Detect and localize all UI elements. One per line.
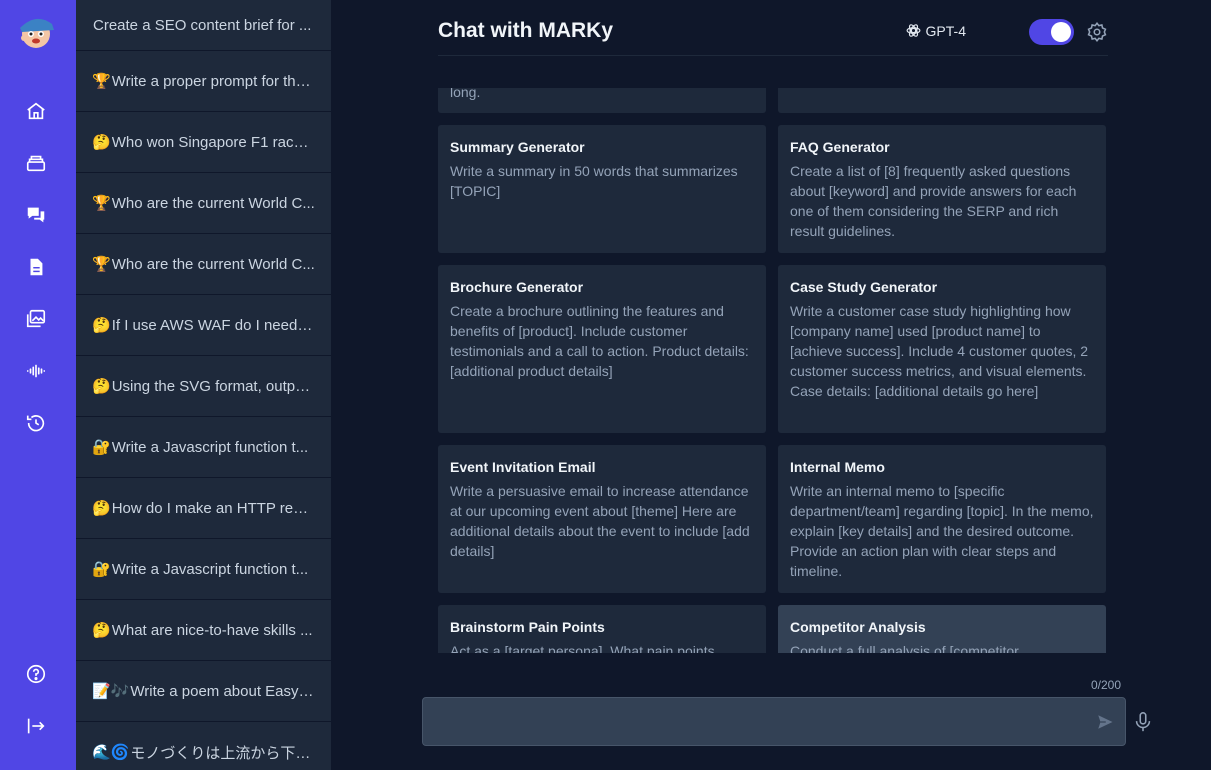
history-item-label: If I use AWS WAF do I need s... (111, 316, 315, 334)
history-emoji: 🤔 (92, 622, 111, 639)
prompt-card-internal-memo[interactable]: Internal Memo Write an internal memo to … (778, 445, 1106, 593)
history-item[interactable]: Create a SEO content brief for ... (76, 0, 331, 51)
prompt-card-brainstorm[interactable]: Brainstorm Pain Points Act as a [target … (438, 605, 766, 653)
message-input[interactable] (422, 697, 1126, 746)
prompt-card-faq[interactable]: FAQ Generator Create a list of [8] frequ… (778, 125, 1106, 253)
microphone-icon[interactable] (1132, 710, 1154, 734)
history-item-label: Create a SEO content brief for ... (93, 16, 312, 34)
left-rail (0, 0, 76, 770)
prompt-card-title: Summary Generator (450, 139, 585, 155)
images-icon[interactable] (24, 307, 48, 331)
history-item[interactable]: 🤔 What are nice-to-have skills ... (76, 600, 331, 661)
prompt-card-desc: Create a list of [8] frequently asked qu… (790, 163, 1077, 239)
prompt-card-desc: long. (450, 88, 481, 100)
prompt-card-title: Case Study Generator (790, 279, 938, 295)
help-icon[interactable] (24, 662, 48, 686)
chat-icon[interactable] (24, 203, 48, 227)
history-item-label: Using the SVG format, outpu... (111, 377, 315, 395)
history-item-label: Write a Javascript function t... (111, 560, 309, 578)
model-label: GPT-4 (925, 22, 966, 39)
prompt-card-title: Event Invitation Email (450, 459, 596, 475)
prompt-card-competitor[interactable]: Competitor Analysis Conduct a full analy… (778, 605, 1106, 653)
history-item-label: What are nice-to-have skills ... (111, 621, 313, 639)
history-item[interactable]: 🤔 Who won Singapore F1 race ... (76, 112, 331, 173)
history-item[interactable]: 🌊🌀 モノづくりは上流から下流... (76, 722, 331, 770)
history-emoji: 🏆 (92, 195, 111, 212)
audio-wave-icon[interactable] (24, 359, 48, 383)
chat-header: Chat with MARKy GPT-4 (438, 0, 1108, 56)
toggle-knob (1051, 22, 1071, 42)
history-emoji: 🤔 (92, 378, 111, 395)
history-emoji: 📝🎶 (92, 683, 130, 700)
prompt-card-desc: Conduct a full analysis of [competitor (790, 643, 1019, 653)
history-item-label: How do I make an HTTP requ... (111, 499, 315, 517)
history-item[interactable]: 🏆 Write a proper prompt for the... (76, 51, 331, 112)
history-item-label: Who are the current World C... (111, 194, 315, 212)
prompt-template-grid: long. Summary Generator Write a summary … (438, 88, 1108, 653)
prompt-card-desc: Create a brochure outlining the features… (450, 303, 749, 379)
prompt-card-desc: Write a persuasive email to increase att… (450, 483, 750, 559)
logout-icon[interactable] (24, 714, 48, 738)
history-item-label: Write a Javascript function t... (111, 438, 309, 456)
history-item[interactable]: 📝🎶 Write a poem about Easy-... (76, 661, 331, 722)
prompt-card-title: Competitor Analysis (790, 619, 926, 635)
history-emoji: 🤔 (92, 317, 111, 334)
character-counter: 0/200 (1091, 678, 1122, 692)
home-icon[interactable] (24, 99, 48, 123)
prompt-card-brochure[interactable]: Brochure Generator Create a brochure out… (438, 265, 766, 433)
prompt-card[interactable] (778, 88, 1106, 113)
prompt-card-desc: Write a summary in 50 words that summari… (450, 163, 738, 199)
history-emoji: 🌊🌀 (92, 744, 130, 761)
history-icon[interactable] (24, 411, 48, 435)
prompt-card-title: Brainstorm Pain Points (450, 619, 605, 635)
gear-icon[interactable] (1086, 21, 1108, 43)
marky-logo[interactable] (14, 10, 58, 54)
page-title: Chat with MARKy (438, 19, 613, 42)
history-emoji: 🤔 (92, 134, 111, 151)
history-item-label: モノづくりは上流から下流... (130, 744, 315, 762)
send-icon[interactable] (1096, 713, 1114, 731)
history-item[interactable]: 🤔 Using the SVG format, outpu... (76, 356, 331, 417)
prompt-card-case-study[interactable]: Case Study Generator Write a customer ca… (778, 265, 1106, 433)
history-item-label: Who won Singapore F1 race ... (111, 133, 315, 151)
document-icon[interactable] (24, 255, 48, 279)
prompt-card-title: Brochure Generator (450, 279, 584, 295)
history-item[interactable]: 🏆 Who are the current World C... (76, 173, 331, 234)
history-item[interactable]: 🤔 How do I make an HTTP requ... (76, 478, 331, 539)
prompt-card-desc: Act as a [target persona]. What pain poi… (450, 643, 715, 653)
model-indicator: GPT-4 (905, 22, 966, 39)
history-item[interactable]: 🔐 Write a Javascript function t... (76, 539, 331, 600)
history-item-label: Write a poem about Easy-... (130, 682, 315, 700)
history-emoji: 🔐 (92, 561, 111, 578)
history-item-label: Write a proper prompt for the... (111, 72, 315, 90)
prompt-card-summary[interactable]: Summary Generator Write a summary in 50 … (438, 125, 766, 253)
prompt-card-desc: Write a customer case study highlighting… (790, 303, 1089, 399)
openai-icon (906, 24, 920, 37)
prompt-card-event-invitation[interactable]: Event Invitation Email Write a persuasiv… (438, 445, 766, 593)
chat-history-list: Create a SEO content brief for ... 🏆 Writ… (76, 0, 332, 770)
history-emoji: 🏆 (92, 73, 111, 90)
prompt-card-title: FAQ Generator (790, 139, 890, 155)
history-item[interactable]: 🔐 Write a Javascript function t... (76, 417, 331, 478)
main-panel: Chat with MARKy GPT-4 long. Summary Gene… (332, 0, 1211, 770)
history-item[interactable]: 🤔 If I use AWS WAF do I need s... (76, 295, 331, 356)
history-item-label: Who are the current World C... (111, 255, 315, 273)
model-toggle[interactable] (1029, 19, 1074, 45)
history-emoji: 🤔 (92, 500, 111, 517)
prompt-card-title: Internal Memo (790, 459, 885, 475)
history-emoji: 🏆 (92, 256, 111, 273)
history-item[interactable]: 🏆 Who are the current World C... (76, 234, 331, 295)
prompt-card-desc: Write an internal memo to [specific depa… (790, 483, 1094, 579)
stack-icon[interactable] (24, 151, 48, 175)
prompt-card[interactable]: long. (438, 88, 766, 113)
history-emoji: 🔐 (92, 439, 111, 456)
